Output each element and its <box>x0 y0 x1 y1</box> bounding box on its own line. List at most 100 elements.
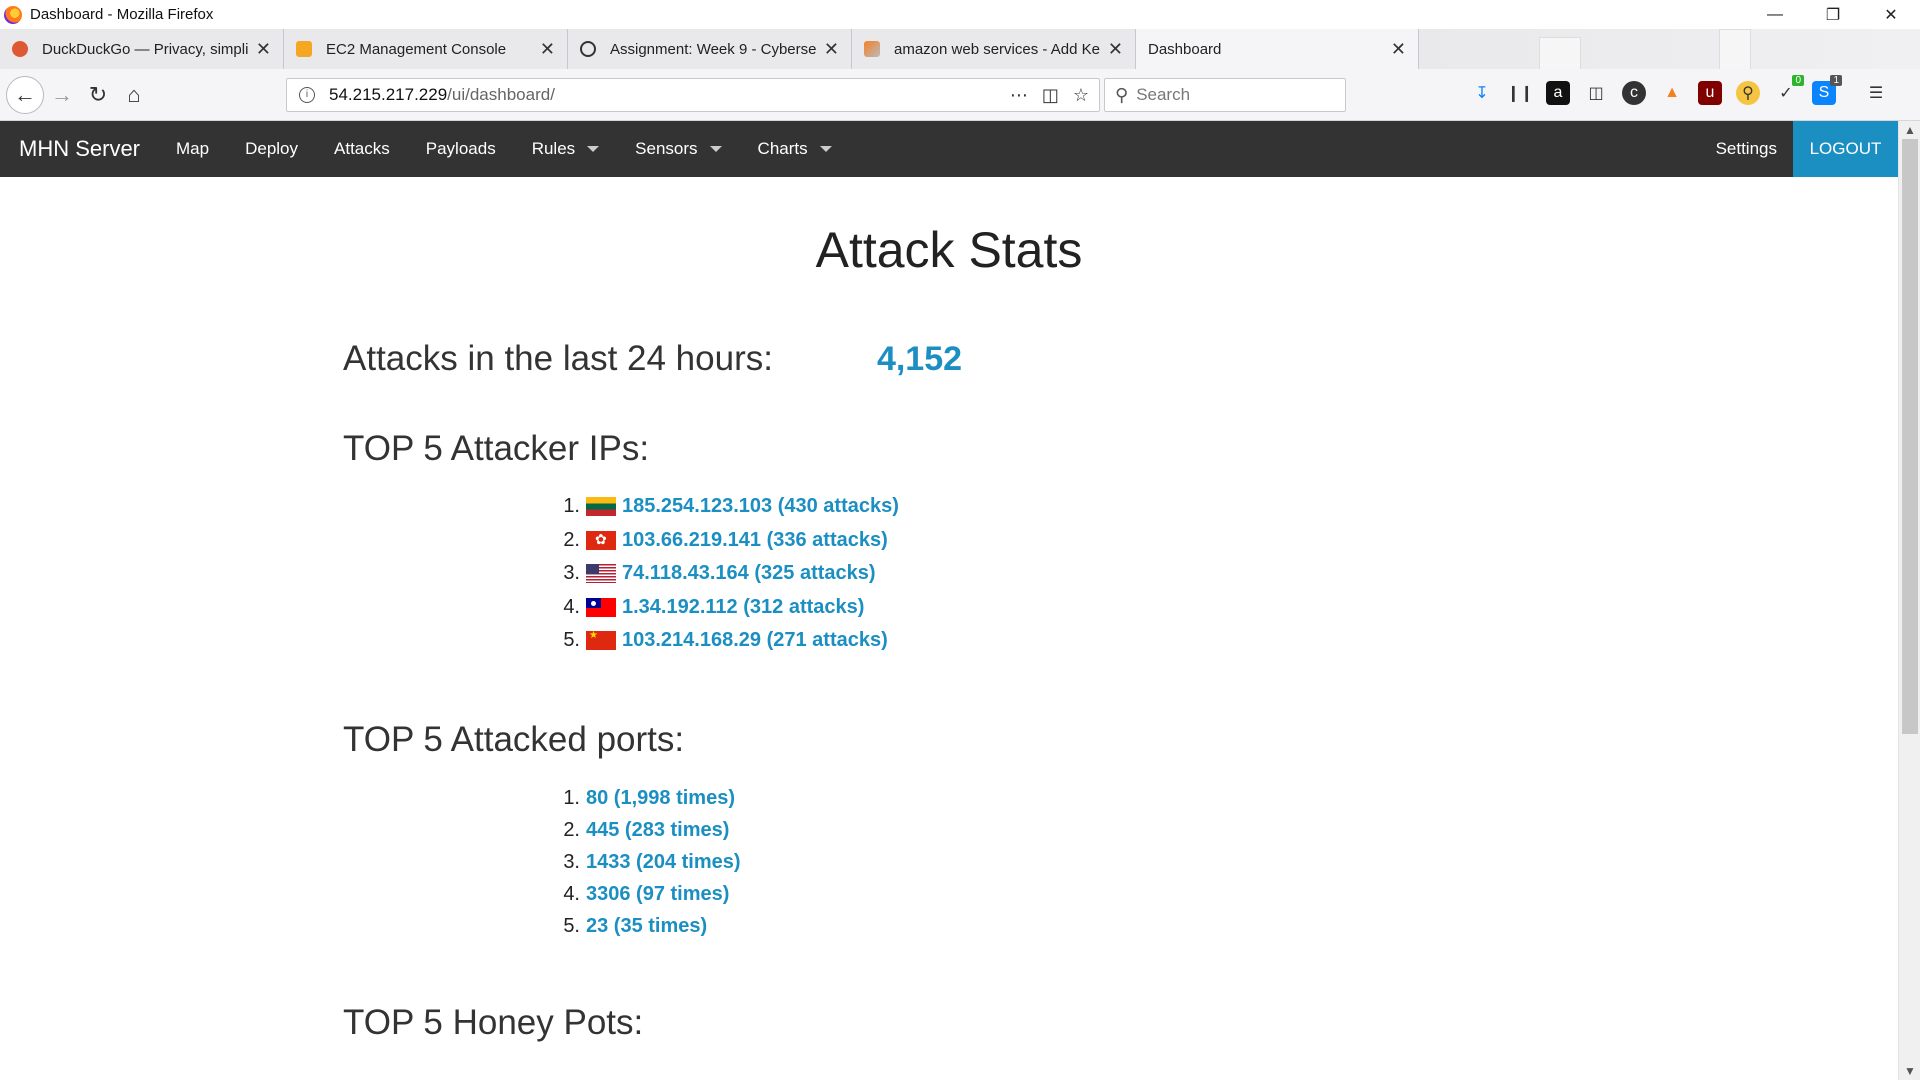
tab-label: Assignment: Week 9 - Cybersec <box>610 40 816 58</box>
aws-box-favicon-icon <box>296 41 312 57</box>
ublock-icon[interactable]: u <box>1698 81 1722 105</box>
tab-assignment[interactable]: Assignment: Week 9 - Cybersec ✕ <box>568 29 852 69</box>
settings-link[interactable]: Settings <box>1716 121 1777 177</box>
logout-button[interactable]: LOGOUT <box>1793 121 1898 177</box>
download-icon[interactable]: ↧ <box>1470 81 1494 105</box>
scroll-down-icon[interactable]: ▼ <box>1904 1064 1916 1078</box>
restore-button[interactable]: ❐ <box>1804 0 1862 29</box>
tab-label: amazon web services - Add Ke <box>894 40 1100 58</box>
close-window-button[interactable]: ✕ <box>1862 0 1920 29</box>
top-ips-list: 1.185.254.123.103 (430 attacks) 2.103.66… <box>556 490 899 658</box>
pocket-icon[interactable]: ◫ <box>1042 85 1059 106</box>
tab-dashboard[interactable]: Dashboard ✕ <box>1136 29 1419 69</box>
window-title: Dashboard - Mozilla Firefox <box>30 6 214 23</box>
ip-link[interactable]: 103.214.168.29 (271 attacks) <box>622 629 888 652</box>
window-controls: — ❐ ✕ <box>1746 0 1920 29</box>
tab-close-icon[interactable]: ✕ <box>824 39 839 60</box>
top-ports-heading: TOP 5 Attacked ports: <box>343 720 685 759</box>
ip-link[interactable]: 103.66.219.141 (336 attacks) <box>622 529 888 552</box>
fox-extension-icon[interactable]: ▲ <box>1660 81 1684 105</box>
list-item: 1. 80 (1,998 times) <box>563 786 735 810</box>
top-honeypots-heading: TOP 5 Honey Pots: <box>343 1003 644 1042</box>
nav-map[interactable]: Map <box>158 121 227 177</box>
nav-rules-dropdown[interactable]: Rules <box>514 121 617 177</box>
reader-sidebar-icon[interactable]: ◫ <box>1584 81 1608 105</box>
brand-link[interactable]: MHN Server <box>19 136 140 162</box>
page-actions-menu-icon[interactable]: ⋯ <box>1010 85 1028 106</box>
reload-icon[interactable]: ↻ <box>80 77 116 113</box>
window-title-bar: Dashboard - Mozilla Firefox — ❐ ✕ <box>0 0 1920 29</box>
url-bar[interactable]: i 54.215.217.229/ui/dashboard/ ⋯ ◫ ☆ <box>286 78 1100 112</box>
nav-attacks[interactable]: Attacks <box>316 121 408 177</box>
hamburger-menu-icon[interactable]: ☰ <box>1864 81 1888 105</box>
tab-label: DuckDuckGo — Privacy, simplif <box>42 40 248 58</box>
tab-label: Dashboard <box>1148 40 1222 58</box>
page-scrollbar[interactable]: ▲ ▼ <box>1898 121 1920 1080</box>
port-link[interactable]: 3306 (97 times) <box>586 883 729 906</box>
magnifier-extension-icon[interactable]: ⚲ <box>1736 81 1760 105</box>
china-flag-icon <box>586 631 616 651</box>
duckduckgo-favicon-icon <box>12 41 28 57</box>
tab-stackoverflow[interactable]: amazon web services - Add Ke ✕ <box>852 29 1136 69</box>
nav-charts-dropdown[interactable]: Charts <box>740 121 850 177</box>
browser-theme-art <box>1419 29 1920 69</box>
url-text[interactable]: 54.215.217.229/ui/dashboard/ <box>329 85 555 105</box>
site-info-icon[interactable]: i <box>299 87 315 103</box>
ip-link[interactable]: 185.254.123.103 (430 attacks) <box>622 495 899 518</box>
caret-down-icon <box>709 146 722 152</box>
notification-extension-icon[interactable]: ✓ 0 <box>1774 75 1804 105</box>
ip-link[interactable]: 74.118.43.164 (325 attacks) <box>622 562 876 585</box>
nav-deploy[interactable]: Deploy <box>227 121 316 177</box>
hong-kong-flag-icon <box>586 530 616 550</box>
list-item: 5.103.214.168.29 (271 attacks) <box>556 624 899 658</box>
port-link[interactable]: 23 (35 times) <box>586 915 707 938</box>
caret-down-icon <box>819 146 832 152</box>
main-content: Attack Stats Attacks in the last 24 hour… <box>0 177 1898 1080</box>
top-ports-list: 1. 80 (1,998 times) 2. 445 (283 times) 3. 1… <box>556 782 741 942</box>
amazon-assistant-icon[interactable]: a <box>1546 81 1570 105</box>
attacks-24h-stat: Attacks in the last 24 hours: 4,152 <box>343 339 962 379</box>
tab-close-icon[interactable]: ✕ <box>540 39 555 60</box>
theme-building-shape <box>1539 37 1581 69</box>
navigation-toolbar: ← → ↻ ⌂ i 54.215.217.229/ui/dashboard/ ⋯… <box>0 69 1920 121</box>
tab-close-icon[interactable]: ✕ <box>256 39 271 60</box>
library-icon[interactable]: ❙❙ <box>1507 81 1534 105</box>
ip-link[interactable]: 1.34.192.112 (312 attacks) <box>622 596 864 619</box>
back-arrow-icon[interactable]: ← <box>6 75 44 114</box>
forward-arrow-icon[interactable]: → <box>44 77 80 113</box>
port-link[interactable]: 1433 (204 times) <box>586 851 741 874</box>
firefox-logo-icon <box>4 5 22 24</box>
canvas-favicon-icon <box>580 41 596 57</box>
theme-building-shape <box>1719 29 1751 69</box>
url-actions: ⋯ ◫ ☆ <box>1010 85 1089 106</box>
app-header: MHN Server Map Deploy Attacks Payloads R… <box>0 121 1898 177</box>
stat-value: 4,152 <box>876 339 963 378</box>
scroll-thumb[interactable] <box>1902 139 1918 734</box>
tab-duckduckgo[interactable]: DuckDuckGo — Privacy, simplif ✕ <box>0 29 284 69</box>
top-ips-heading: TOP 5 Attacker IPs: <box>343 429 650 468</box>
list-item: 5. 23 (35 times) <box>563 914 708 938</box>
nav-sensors-dropdown[interactable]: Sensors <box>617 121 739 177</box>
stat-label: Attacks in the last 24 hours: <box>343 339 773 378</box>
list-item: 4. 3306 (97 times) <box>563 882 730 906</box>
minimize-button[interactable]: — <box>1746 0 1804 29</box>
home-icon[interactable]: ⌂ <box>116 77 152 113</box>
tab-ec2-console[interactable]: EC2 Management Console ✕ <box>284 29 568 69</box>
toolbar-icons: ↧ ❙❙ a ◫ c ▲ u ⚲ ✓ 0 S1 ☰ <box>1470 75 1888 105</box>
taiwan-flag-icon <box>586 597 616 617</box>
list-item: 3. 1433 (204 times) <box>563 850 741 874</box>
list-item: 2. 445 (283 times) <box>563 818 730 842</box>
skype-extension-icon[interactable]: S1 <box>1812 75 1842 105</box>
list-item: 4. 1.34.192.112 (312 attacks) <box>563 595 865 619</box>
bookmark-star-icon[interactable]: ☆ <box>1073 85 1089 106</box>
port-link[interactable]: 445 (283 times) <box>586 819 729 842</box>
stackoverflow-favicon-icon <box>864 41 880 57</box>
tab-close-icon[interactable]: ✕ <box>1108 39 1123 60</box>
nav-payloads[interactable]: Payloads <box>408 121 514 177</box>
extension-c-icon[interactable]: c <box>1622 81 1646 105</box>
port-link[interactable]: 80 (1,998 times) <box>586 787 735 810</box>
tab-close-icon[interactable]: ✕ <box>1391 39 1406 60</box>
search-icon: ⚲ <box>1115 84 1129 105</box>
search-bar[interactable]: ⚲ Search <box>1104 78 1346 112</box>
scroll-up-icon[interactable]: ▲ <box>1904 123 1916 137</box>
